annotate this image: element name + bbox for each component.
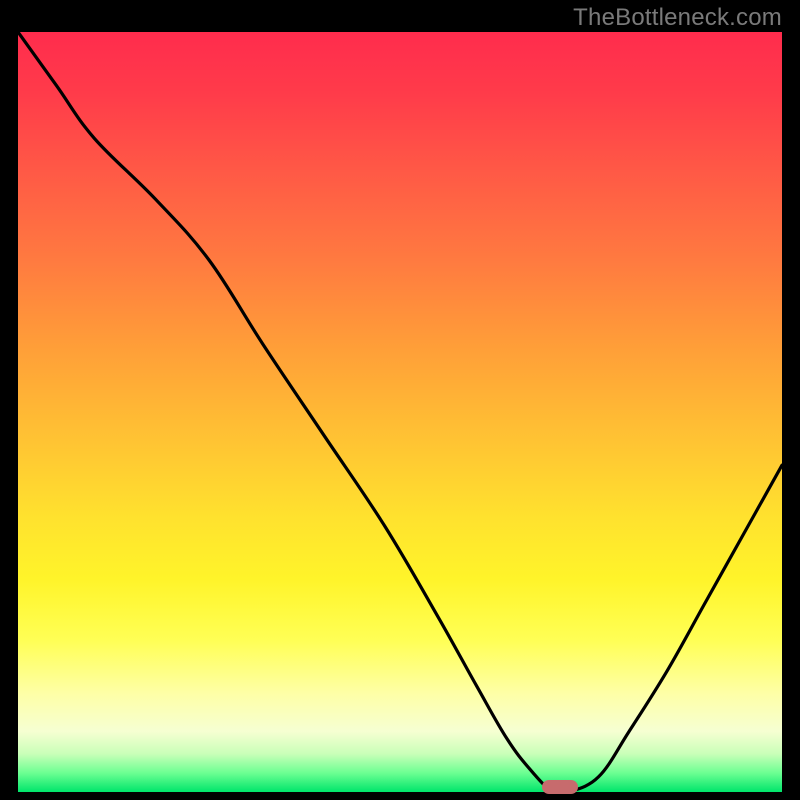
chart-frame: TheBottleneck.com	[0, 0, 800, 800]
optimal-marker	[542, 780, 578, 794]
watermark-text: TheBottleneck.com	[573, 4, 782, 32]
curve-path	[18, 32, 782, 792]
plot-area	[18, 32, 782, 792]
bottleneck-curve	[18, 32, 782, 792]
